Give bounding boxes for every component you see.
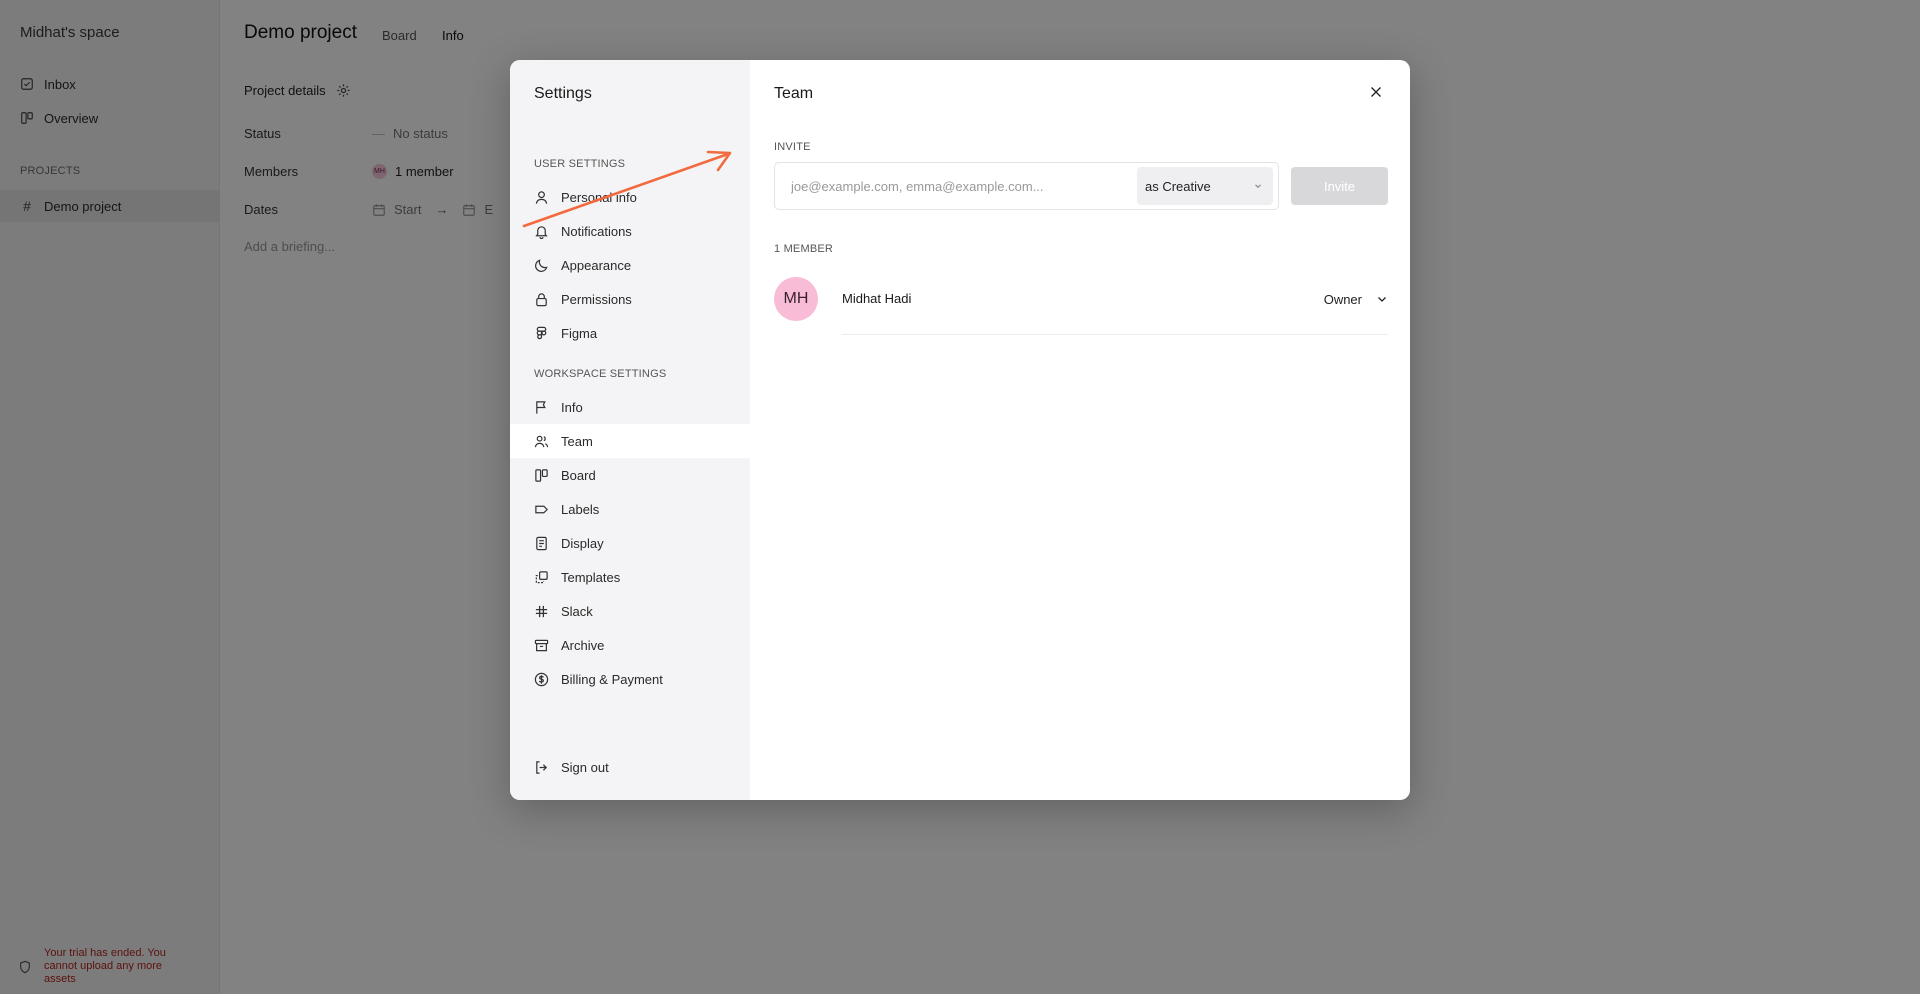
annotation-arrow-icon bbox=[522, 150, 732, 228]
settings-item-permissions[interactable]: Permissions bbox=[510, 282, 750, 316]
settings-item-display[interactable]: Display bbox=[510, 526, 750, 560]
chevron-down-icon bbox=[1378, 297, 1386, 302]
chevron-down-icon bbox=[1255, 184, 1261, 189]
sign-out-label: Sign out bbox=[561, 759, 609, 775]
document-icon bbox=[536, 536, 547, 550]
settings-item-archive[interactable]: Archive bbox=[510, 628, 750, 662]
flag-icon bbox=[536, 400, 546, 414]
figma-icon bbox=[536, 326, 547, 339]
role-select[interactable]: as Creative bbox=[1137, 167, 1273, 205]
settings-item-appearance[interactable]: Appearance bbox=[510, 248, 750, 282]
settings-item-info[interactable]: Info bbox=[510, 390, 750, 424]
settings-item-labels[interactable]: Labels bbox=[510, 492, 750, 526]
settings-item-label: Display bbox=[561, 535, 604, 551]
settings-item-label: Team bbox=[561, 433, 593, 449]
settings-item-label: Slack bbox=[561, 603, 593, 619]
settings-item-label: Billing & Payment bbox=[561, 671, 663, 687]
settings-item-label: Archive bbox=[561, 637, 605, 653]
settings-item-label: Appearance bbox=[561, 257, 632, 273]
invite-label: INVITE bbox=[774, 141, 811, 153]
settings-item-slack[interactable]: Slack bbox=[510, 594, 750, 628]
member-role-value: Owner bbox=[1323, 291, 1362, 307]
avatar: MH bbox=[774, 277, 818, 321]
member-name: Midhat Hadi bbox=[842, 291, 912, 306]
settings-item-team[interactable]: Team bbox=[510, 424, 750, 458]
sign-out-button[interactable]: Sign out bbox=[510, 750, 750, 784]
moon-icon bbox=[535, 258, 548, 272]
settings-item-billing[interactable]: Billing & Payment bbox=[510, 662, 750, 696]
member-role-dropdown[interactable]: Owner bbox=[1324, 286, 1388, 312]
invite-email-input[interactable] bbox=[775, 163, 1137, 209]
invite-field-group: as Creative bbox=[774, 162, 1279, 210]
lock-icon bbox=[536, 292, 547, 306]
close-button[interactable] bbox=[1366, 82, 1386, 102]
settings-title: Settings bbox=[534, 85, 592, 102]
invite-button[interactable]: Invite bbox=[1291, 167, 1388, 205]
sign-out-icon bbox=[536, 760, 548, 774]
settings-item-board[interactable]: Board bbox=[510, 458, 750, 492]
tag-icon bbox=[535, 505, 548, 513]
settings-item-label: Templates bbox=[561, 569, 621, 585]
table-row: MH Midhat Hadi Owner bbox=[774, 277, 1388, 335]
settings-item-label: Figma bbox=[561, 325, 598, 341]
settings-item-templates[interactable]: Templates bbox=[510, 560, 750, 594]
copy-icon bbox=[535, 570, 548, 583]
close-icon bbox=[1371, 87, 1381, 97]
archive-icon bbox=[534, 639, 549, 651]
slack-icon bbox=[535, 605, 548, 617]
member-count-label: 1 MEMBER bbox=[774, 243, 834, 255]
team-panel: Team INVITE as Creative Invite 1 MEMBER … bbox=[750, 60, 1410, 800]
panel-title: Team bbox=[774, 85, 814, 102]
workspace-settings-label: WORKSPACE SETTINGS bbox=[534, 368, 667, 380]
row-divider bbox=[842, 334, 1388, 335]
settings-item-label: Board bbox=[561, 467, 596, 483]
role-select-value: as Creative bbox=[1145, 178, 1211, 194]
settings-item-figma[interactable]: Figma bbox=[510, 316, 750, 350]
settings-item-label: Permissions bbox=[561, 291, 632, 307]
settings-item-label: Info bbox=[561, 399, 583, 415]
users-icon bbox=[534, 435, 549, 447]
board-columns-icon bbox=[535, 468, 548, 482]
settings-item-label: Labels bbox=[561, 501, 600, 517]
dollar-circle-icon bbox=[534, 672, 549, 686]
